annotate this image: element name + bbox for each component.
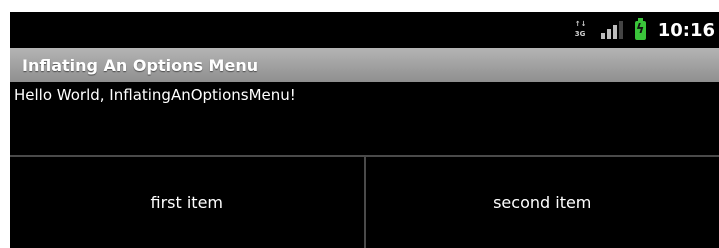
signal-bar bbox=[619, 21, 623, 39]
device-screen: ↑↓ 3G ϟ 10:16 Inflating An Options Menu … bbox=[10, 12, 719, 246]
hello-world-text: Hello World, InflatingAnOptionsMenu! bbox=[14, 86, 296, 104]
status-clock: 10:16 bbox=[658, 20, 715, 41]
signal-bar bbox=[601, 33, 605, 39]
signal-bar bbox=[613, 25, 617, 39]
menu-item-second[interactable]: second item bbox=[366, 157, 719, 248]
network-type-label: 3G bbox=[575, 31, 586, 38]
options-menu: first item second item bbox=[10, 155, 719, 248]
status-icons: ↑↓ 3G ϟ 10:16 bbox=[575, 12, 715, 48]
app-title-bar: Inflating An Options Menu bbox=[10, 48, 719, 82]
signal-bar bbox=[607, 29, 611, 39]
menu-item-label: first item bbox=[151, 193, 224, 212]
app-title: Inflating An Options Menu bbox=[10, 56, 258, 75]
signal-strength-icon bbox=[601, 21, 623, 39]
network-3g-icon: ↑↓ 3G bbox=[575, 20, 589, 40]
battery-charging-icon: ϟ bbox=[635, 21, 646, 40]
status-bar: ↑↓ 3G ϟ 10:16 bbox=[10, 12, 719, 48]
menu-item-label: second item bbox=[493, 193, 591, 212]
menu-item-first[interactable]: first item bbox=[10, 157, 366, 248]
network-activity-label: ↑↓ bbox=[575, 21, 587, 28]
charging-bolt-icon: ϟ bbox=[635, 22, 646, 38]
